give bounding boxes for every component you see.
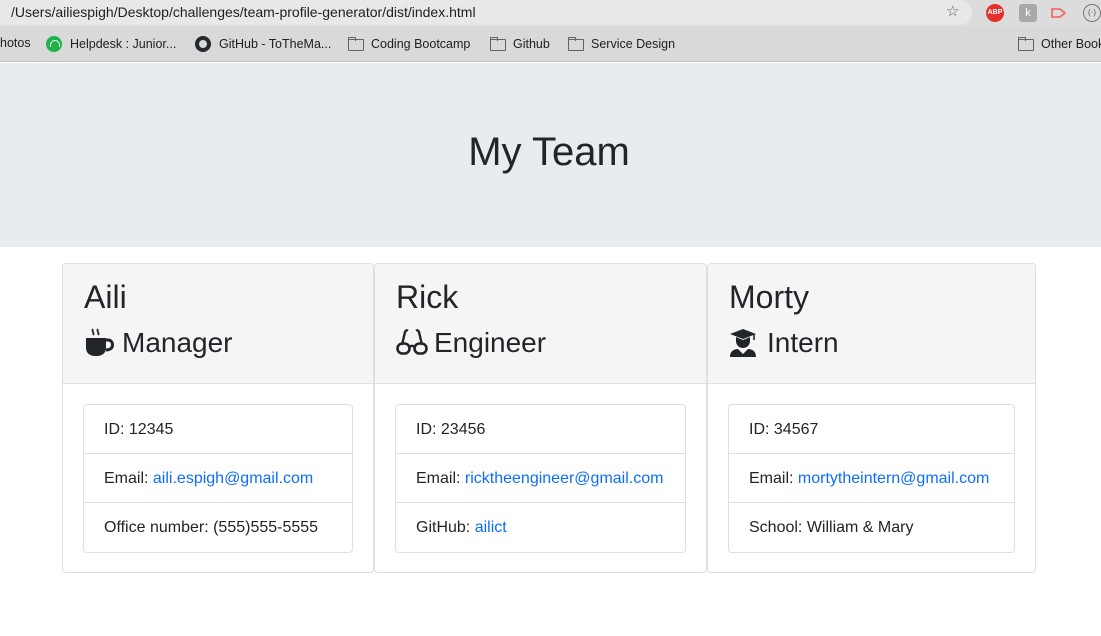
card-header: Aili Manager [63, 264, 373, 384]
circle-extension-icon[interactable]: (·) [1083, 4, 1101, 22]
employee-details: ID: 12345 Email: aili.espigh@gmail.com O… [83, 404, 353, 553]
employee-name: Aili [84, 279, 127, 315]
role-label: Intern [767, 327, 839, 358]
email-link[interactable]: ricktheengineer@gmail.com [465, 470, 664, 487]
bookmark-label: Helpdesk : Junior... [70, 37, 177, 51]
bookmarks-bar: hotos Helpdesk : Junior... GitHub - ToTh… [0, 27, 1101, 62]
employee-role: Engineer [396, 326, 546, 360]
bookmark-label: hotos [0, 36, 31, 50]
folder-icon [347, 36, 364, 52]
folder-icon [567, 36, 584, 52]
bookmark-label: Service Design [591, 37, 676, 51]
employee-id: ID: 12345 [84, 405, 352, 454]
bookmark-service-design[interactable]: Service Design [567, 36, 675, 52]
email-label: Email: [416, 470, 465, 487]
employee-email: Email: ricktheengineer@gmail.com [396, 454, 685, 503]
coffee-mug-icon [84, 328, 115, 358]
k-extension-icon[interactable]: k [1019, 4, 1037, 22]
bookmark-label: GitHub - ToTheMa... [219, 37, 332, 51]
adblock-extension-icon[interactable]: ABP [986, 4, 1004, 22]
bookmark-helpdesk[interactable]: Helpdesk : Junior... [46, 36, 176, 52]
employee-role: Manager [84, 326, 233, 360]
employee-id: ID: 23456 [396, 405, 685, 454]
employee-card-engineer: Rick Engineer ID: 23456 Email: ricktheen… [374, 263, 707, 573]
page-title: My Team [468, 130, 630, 174]
id-label: ID: [749, 421, 774, 438]
school-label: School: [749, 519, 807, 536]
github-link[interactable]: ailict [475, 519, 507, 536]
github-label: GitHub: [416, 519, 475, 536]
bookmark-other-bookmarks[interactable]: Other Bookmarks [1017, 36, 1101, 52]
employee-card-intern: Morty Intern ID: 34567 Email: mortythein… [707, 263, 1036, 573]
employee-details: ID: 34567 Email: mortytheintern@gmail.co… [728, 404, 1015, 553]
bookmark-label: Coding Bootcamp [371, 37, 471, 51]
bookmark-label: Other Bookmarks [1041, 37, 1101, 51]
employee-details: ID: 23456 Email: ricktheengineer@gmail.c… [395, 404, 686, 553]
bookmark-coding-bootcamp[interactable]: Coding Bootcamp [347, 36, 470, 52]
employee-name: Morty [729, 279, 809, 315]
bookmark-photos[interactable]: hotos [0, 36, 31, 50]
card-header: Rick Engineer [375, 264, 706, 384]
github-icon [195, 36, 211, 52]
employee-card-manager: Aili Manager ID: 12345 Email: aili.espig… [62, 263, 374, 573]
office-value: (555)555-5555 [213, 519, 319, 536]
bookmark-github-tothema[interactable]: GitHub - ToTheMa... [195, 36, 331, 52]
address-bar[interactable]: /Users/ailiespigh/Desktop/challenges/tea… [0, 0, 972, 25]
url-text[interactable]: /Users/ailiespigh/Desktop/challenges/tea… [11, 4, 476, 20]
employee-github: GitHub: ailict [396, 503, 685, 552]
role-label: Manager [122, 327, 233, 358]
employee-role: Intern [729, 326, 839, 360]
email-link[interactable]: mortytheintern@gmail.com [798, 470, 989, 487]
employee-office-number: Office number: (555)555-5555 [84, 503, 352, 552]
bookmark-github-folder[interactable]: Github [489, 36, 550, 52]
graduate-icon [729, 328, 759, 358]
role-label: Engineer [434, 327, 547, 358]
employee-name: Rick [396, 279, 459, 315]
browser-toolbar: /Users/ailiespigh/Desktop/challenges/tea… [0, 0, 1101, 27]
folder-icon [489, 36, 506, 52]
employee-email: Email: mortytheintern@gmail.com [729, 454, 1014, 503]
employee-school: School: William & Mary [729, 503, 1014, 552]
id-label: ID: [104, 421, 129, 438]
bookmark-star-icon[interactable]: ☆ [946, 4, 959, 20]
arrow-extension-icon[interactable] [1050, 4, 1068, 22]
email-label: Email: [749, 470, 798, 487]
folder-icon [1017, 36, 1034, 52]
id-value: 34567 [773, 421, 819, 438]
id-value: 23456 [440, 421, 486, 438]
bookmark-label: Github [513, 37, 550, 51]
glasses-icon [396, 328, 428, 358]
employee-email: Email: aili.espigh@gmail.com [84, 454, 352, 503]
email-link[interactable]: aili.espigh@gmail.com [153, 470, 313, 487]
school-value: William & Mary [806, 519, 914, 536]
employee-id: ID: 34567 [729, 405, 1014, 454]
card-header: Morty Intern [708, 264, 1035, 384]
id-value: 12345 [128, 421, 174, 438]
helpdesk-icon [46, 36, 62, 52]
office-label: Office number: [104, 519, 214, 536]
email-label: Email: [104, 470, 153, 487]
id-label: ID: [416, 421, 441, 438]
